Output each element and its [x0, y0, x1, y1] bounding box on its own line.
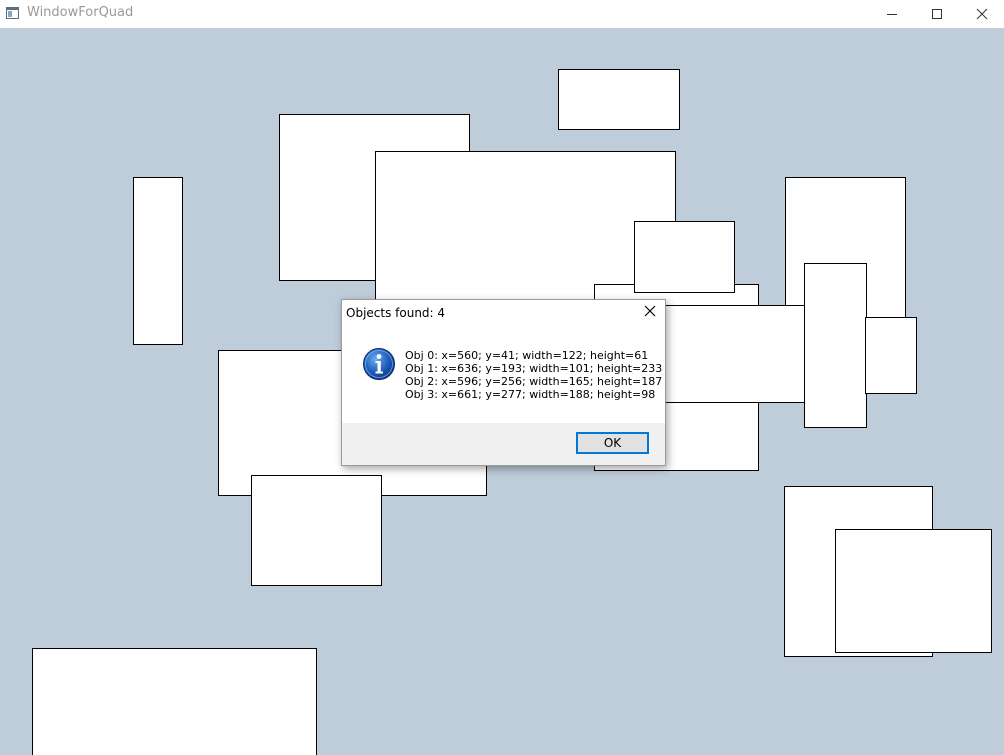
close-icon: [644, 304, 656, 322]
quad-rectangle: [865, 317, 917, 394]
message-line: Obj 1: x=636; y=193; width=101; height=2…: [405, 362, 663, 375]
close-icon: [976, 8, 988, 20]
quad-rectangle: [375, 151, 676, 301]
quad-rectangle: [634, 221, 735, 293]
dialog-title: Objects found: 4: [346, 306, 446, 320]
maximize-icon: [931, 8, 943, 20]
message-dialog: Objects found: 4 Obj 0: x=560; y=41; wid…: [341, 299, 666, 466]
title-bar[interactable]: WindowForQuad: [0, 0, 1004, 28]
minimize-icon: [886, 8, 898, 20]
quad-rectangle: [804, 263, 867, 428]
maximize-button[interactable]: [914, 0, 960, 28]
message-line: Obj 0: x=560; y=41; width=122; height=61: [405, 349, 649, 362]
close-button[interactable]: [959, 0, 1004, 28]
message-line: Obj 2: x=596; y=256; width=165; height=1…: [405, 375, 663, 388]
ok-button[interactable]: OK: [576, 432, 649, 454]
dialog-message: Obj 0: x=560; y=41; width=122; height=61…: [405, 349, 662, 401]
quad-rectangle: [835, 529, 992, 653]
dialog-close-button[interactable]: [639, 302, 661, 324]
quad-rectangle: [558, 69, 680, 130]
dialog-footer: OK: [342, 423, 665, 465]
quad-rectangle: [133, 177, 183, 345]
app-window: WindowForQuad Objects found: 4 Obj 0: x=…: [0, 0, 1004, 755]
minimize-button[interactable]: [869, 0, 915, 28]
quad-rectangle: [32, 648, 317, 755]
window-app-icon: [6, 6, 19, 19]
info-icon: [362, 347, 396, 381]
message-line: Obj 3: x=661; y=277; width=188; height=9…: [405, 388, 656, 401]
window-title: WindowForQuad: [27, 5, 134, 20]
quad-rectangle: [251, 475, 382, 586]
